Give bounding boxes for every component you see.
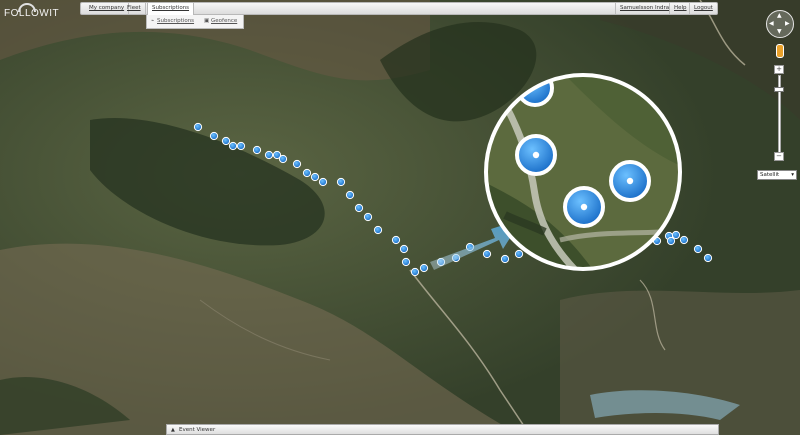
track-marker[interactable]	[345, 190, 355, 200]
event-viewer-label: Event Viewer	[179, 427, 216, 433]
logout-link[interactable]: Logout	[689, 3, 717, 14]
zoom-out-button[interactable]: −	[774, 152, 784, 161]
subscriptions-icon: ⌁	[151, 18, 155, 24]
zoom-in-button[interactable]: +	[774, 65, 784, 74]
track-marker[interactable]	[336, 177, 346, 187]
user-name-link[interactable]: Samuelsson Indra	[615, 3, 673, 14]
track-marker[interactable]	[354, 203, 364, 213]
track-marker[interactable]	[373, 225, 383, 235]
track-marker[interactable]	[318, 177, 328, 187]
map-type-label: Satellit	[760, 172, 780, 178]
chevron-down-icon: ▾	[791, 172, 794, 178]
track-marker[interactable]	[221, 136, 231, 146]
menu-item-fleet[interactable]: Fleet	[123, 3, 146, 14]
submenu-geofence-link[interactable]: Geofence	[211, 18, 237, 24]
zoom-slider-thumb[interactable]	[774, 87, 784, 92]
track-marker[interactable]	[410, 267, 420, 277]
track-marker[interactable]	[514, 249, 524, 259]
pan-right-icon[interactable]: ▶	[785, 21, 790, 27]
pan-control-icon[interactable]: ▲ ▼ ◀ ▶	[766, 10, 794, 38]
track-marker[interactable]	[252, 145, 262, 155]
track-marker[interactable]	[292, 159, 302, 169]
track-marker[interactable]	[278, 154, 288, 164]
track-marker[interactable]	[666, 236, 676, 246]
submenu-subscriptions-link[interactable]: Subscriptions	[157, 18, 194, 24]
expand-arrow-icon[interactable]: ▲	[171, 425, 175, 435]
pan-left-icon[interactable]: ◀	[769, 21, 774, 27]
top-menu-bar: My company Fleet Subscriptions Samuelsso…	[80, 2, 718, 15]
menu-item-subscriptions[interactable]: Subscriptions	[147, 2, 195, 15]
track-marker[interactable]	[302, 168, 312, 178]
track-marker[interactable]	[703, 253, 713, 263]
help-link[interactable]: Help	[669, 3, 691, 14]
geofence-icon: ▣	[204, 18, 210, 24]
track-marker[interactable]	[419, 263, 429, 273]
subscriptions-submenu: ⌁ Subscriptions ▣ Geofence	[146, 15, 244, 29]
track-marker[interactable]	[693, 244, 703, 254]
logo: FOLLOWIT	[4, 3, 59, 19]
track-marker[interactable]	[264, 150, 274, 160]
track-marker[interactable]	[399, 244, 409, 254]
map-type-select[interactable]: Satellit ▾	[757, 170, 797, 180]
track-marker[interactable]	[401, 257, 411, 267]
track-marker[interactable]	[482, 249, 492, 259]
track-marker[interactable]	[500, 254, 510, 264]
track-marker[interactable]	[391, 235, 401, 245]
track-marker[interactable]	[363, 212, 373, 222]
pan-down-icon[interactable]: ▼	[777, 29, 782, 35]
track-marker[interactable]	[193, 122, 203, 132]
satellite-map[interactable]	[0, 0, 800, 435]
track-marker[interactable]	[310, 172, 320, 182]
pan-up-icon[interactable]: ▲	[777, 13, 782, 19]
track-marker[interactable]	[228, 141, 238, 151]
event-viewer-bar[interactable]: ▲ Event Viewer	[166, 424, 719, 435]
track-marker[interactable]	[236, 141, 246, 151]
street-view-icon[interactable]	[776, 44, 784, 58]
track-marker[interactable]	[679, 235, 689, 245]
track-marker[interactable]	[209, 131, 219, 141]
track-marker[interactable]	[671, 230, 681, 240]
